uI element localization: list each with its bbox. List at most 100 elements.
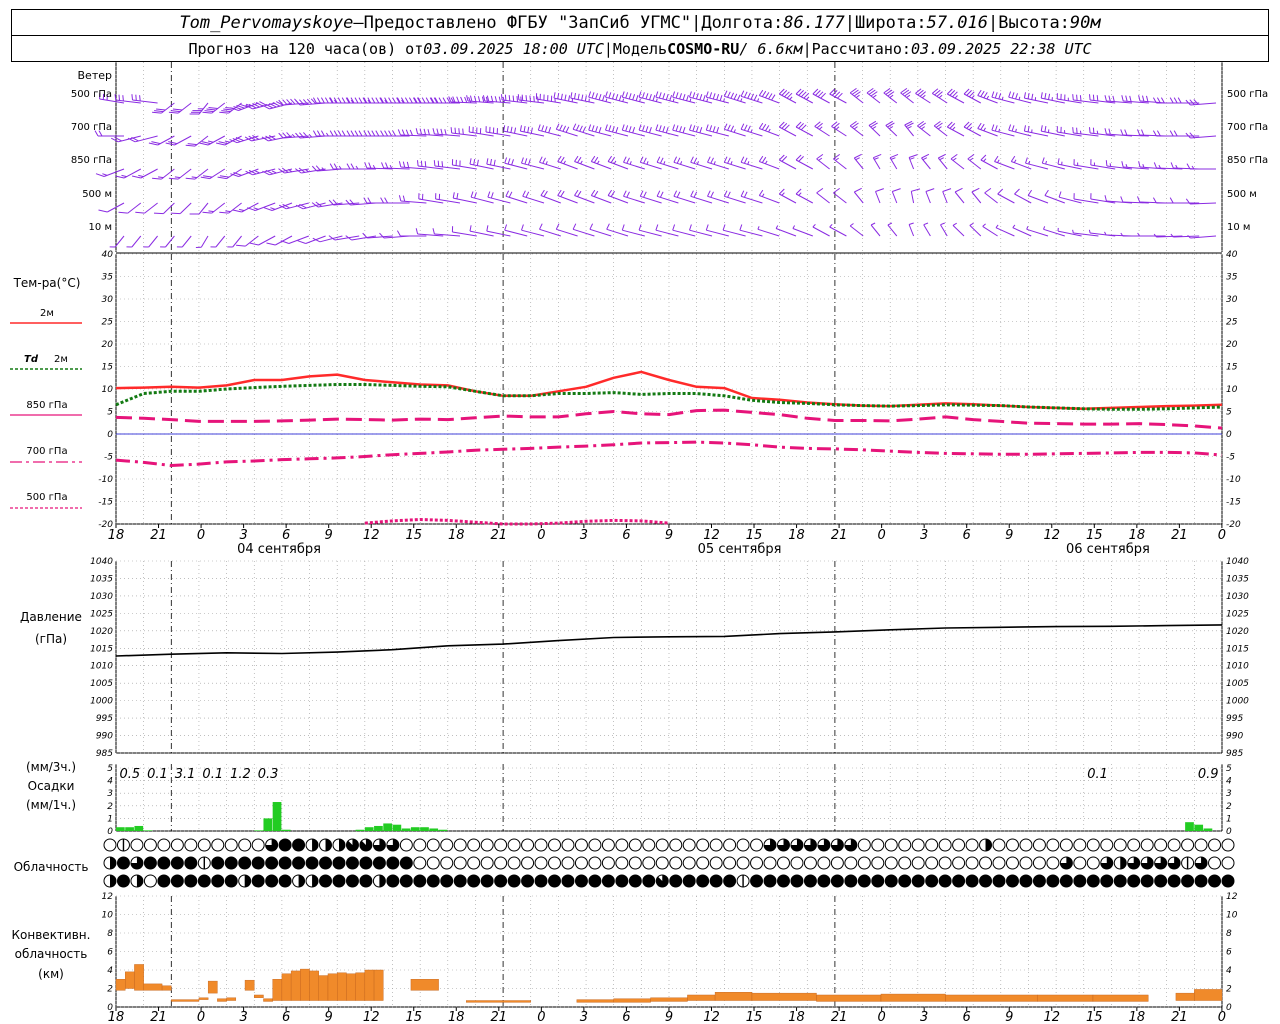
wind-barb-feather <box>1044 189 1049 196</box>
wind-barb-feather <box>320 130 325 137</box>
wind-barb-shaft <box>200 235 209 248</box>
wind-barb-feather <box>740 90 745 97</box>
cloud-symbol <box>440 856 454 870</box>
series-t500 <box>364 518 670 526</box>
hour-tick-label: 21 <box>150 1010 167 1024</box>
conv-tick-left: 2 <box>107 985 113 995</box>
wind-barb-feather <box>388 97 393 104</box>
cloud-symbol <box>561 838 575 852</box>
wind-barb-feather <box>716 127 720 133</box>
hour-tick-label: 18 <box>1129 1010 1146 1024</box>
cloud-symbol <box>426 856 440 870</box>
cloud-symbol-fill <box>602 875 615 887</box>
cloud-symbol-fill <box>440 875 453 887</box>
wind-barb-feather <box>523 126 526 132</box>
wind-barb-feather <box>632 127 636 133</box>
wind-barb-feather <box>527 159 531 166</box>
cloud-symbol <box>1005 856 1019 870</box>
precip-bar <box>1185 822 1194 831</box>
wind-barb-feather <box>591 92 595 99</box>
wind-barb-feather <box>710 191 714 198</box>
wind-barb-feather <box>835 157 839 161</box>
wind-barb-feather <box>367 130 372 137</box>
wind-barb-feather <box>596 160 600 165</box>
wind-level-label-right: 850 гПа <box>1227 155 1268 166</box>
precip-tick-left: 0 <box>107 827 113 837</box>
wind-barb-shaft <box>591 195 612 204</box>
wind-barb-feather <box>642 92 645 99</box>
cloud-symbol-fill <box>1046 875 1059 887</box>
wind-barb-feather <box>689 98 692 102</box>
conv-cloud-bar <box>1175 992 1195 1001</box>
wind-barb-feather <box>818 157 823 161</box>
wind-barb-feather <box>406 161 410 168</box>
cloud-symbol <box>1100 838 1114 852</box>
cloud-symbol <box>1032 838 1046 852</box>
wind-barb-shaft <box>656 195 679 204</box>
temp-tick-right: -20 <box>1226 520 1241 530</box>
wind-barb-feather <box>730 92 735 99</box>
wind-barb-feather <box>758 89 764 96</box>
wind-barb-feather <box>971 95 975 99</box>
wind-barb-feather <box>364 162 368 169</box>
pressure-tick-right: 990 <box>1226 732 1243 742</box>
wind-barb-feather <box>696 161 699 165</box>
wind-barb-shaft <box>995 227 1015 237</box>
wind-barb-shaft <box>779 159 797 170</box>
cloud-symbol-fill <box>279 875 292 887</box>
wind-barb-feather <box>909 157 915 160</box>
wind-barb-feather <box>1014 188 1020 195</box>
wind-barb-feather <box>328 199 334 206</box>
cloud-symbol-fill <box>1087 875 1100 887</box>
wind-barb-feather <box>1058 191 1062 198</box>
wind-barbs-panel <box>94 87 1217 248</box>
cloud-symbol-fill <box>481 875 494 887</box>
pressure-tick-left: 1020 <box>90 627 113 637</box>
wind-barb-feather <box>1023 125 1026 132</box>
wind-barb-feather <box>138 174 144 178</box>
wind-barb-feather <box>1146 95 1149 102</box>
wind-barb-feather <box>398 161 402 168</box>
cloud-symbol-fill <box>1168 875 1181 887</box>
wind-barb-feather <box>381 162 385 169</box>
cloud-symbol <box>480 838 494 852</box>
cloud-symbol <box>965 838 979 852</box>
conv-tick-left: 10 <box>102 911 114 921</box>
cloud-symbol <box>574 856 588 870</box>
wind-barb-feather <box>468 97 472 103</box>
wind-barb-feather <box>659 157 664 164</box>
wind-barb-feather <box>223 108 233 111</box>
hour-tick-label: 0 <box>197 528 205 543</box>
wind-barb-feather <box>679 126 682 133</box>
wind-barb-feather <box>816 187 824 194</box>
wind-barb-feather <box>474 192 477 199</box>
wind-barb-feather <box>530 127 533 134</box>
wind-barb-feather <box>642 125 645 132</box>
wind-barb-feather <box>590 155 596 162</box>
wind-barb-feather <box>706 98 709 102</box>
wind-barb-shaft <box>779 93 797 104</box>
precip-tick-left: 4 <box>107 777 113 787</box>
precip-bar <box>281 829 291 831</box>
wind-barb-feather <box>649 94 652 101</box>
wind-barb-feather <box>602 94 605 101</box>
wind-barb-feather <box>135 211 145 214</box>
wind-barb-feather <box>206 108 216 111</box>
cloud-symbol-fill <box>1120 857 1127 869</box>
hour-tick-label: 21 <box>491 1010 508 1024</box>
wind-barb-shaft <box>795 126 814 137</box>
cloud-symbol <box>615 838 629 852</box>
wind-barb-feather <box>539 223 543 230</box>
wind-level-label-left: 700 гПа <box>71 122 112 133</box>
wind-barb-feather <box>618 94 622 101</box>
wind-barb-feather <box>1092 94 1095 101</box>
wind-barb-feather <box>713 161 716 165</box>
hour-tick-label: 9 <box>325 1010 333 1024</box>
cloud-symbol <box>830 856 844 870</box>
wind-barb-feather <box>174 176 181 179</box>
wind-barb-feather <box>380 197 385 204</box>
wind-barb-feather <box>405 129 409 136</box>
wind-barb-feather <box>380 130 385 137</box>
conv-tick-right: 12 <box>1226 892 1238 902</box>
wind-barb-shaft <box>947 126 965 137</box>
